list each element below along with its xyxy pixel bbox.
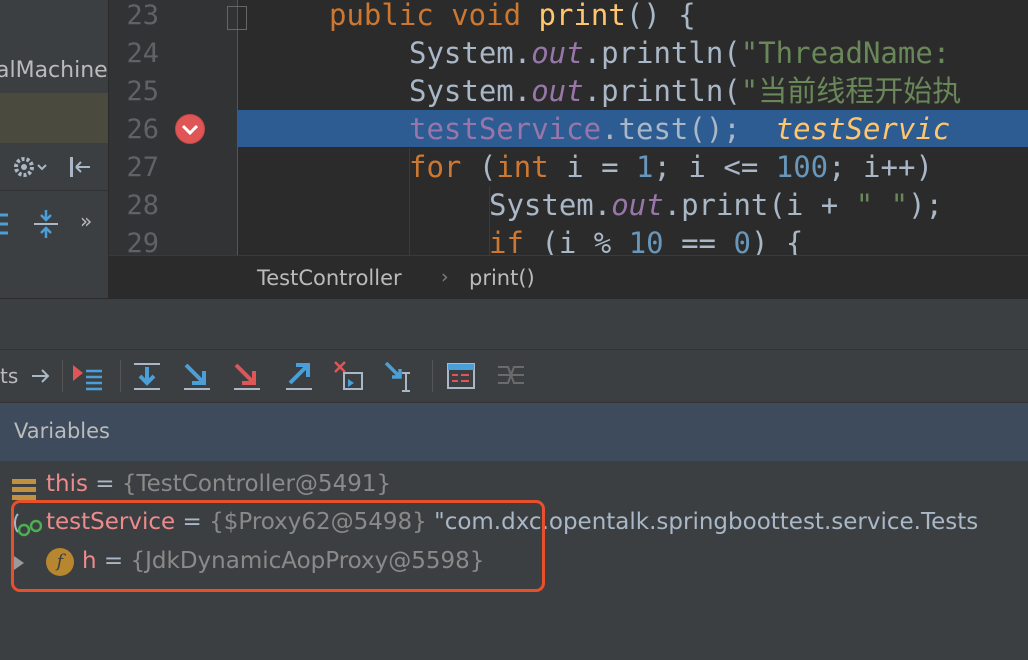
more-chevron-icon[interactable]: »: [80, 209, 92, 233]
step-into-icon[interactable]: [180, 359, 214, 393]
toolbar-separator: [62, 360, 63, 392]
code-text: System.: [489, 188, 612, 222]
hide-panel-icon[interactable]: [66, 152, 96, 188]
number-literal: 100: [775, 150, 829, 184]
code-text: ==: [681, 226, 717, 255]
line-number: 26: [126, 114, 159, 145]
code-text: (i %: [541, 226, 612, 255]
layout-icon[interactable]: [0, 209, 10, 245]
keyword: for: [409, 150, 462, 184]
step-out-icon[interactable]: [282, 359, 316, 393]
code-text: .println(: [583, 74, 741, 108]
run-to-cursor-icon[interactable]: [382, 359, 416, 393]
keyword: int: [496, 150, 549, 184]
code-text: (: [478, 150, 497, 184]
project-panel: alMachine »: [0, 0, 109, 298]
divider: [0, 190, 108, 191]
evaluate-expression-icon[interactable]: [444, 359, 478, 393]
line-number: 24: [126, 38, 159, 69]
line-number: 23: [126, 0, 159, 31]
restore-layout-icon[interactable]: [28, 359, 62, 393]
variables-header: Variables: [0, 403, 1028, 461]
gutter-divider: [237, 0, 238, 255]
string-literal: "当前线程开始执: [740, 74, 962, 108]
static-field: out: [531, 36, 584, 70]
debugger-toolbar: ts: [0, 349, 1028, 403]
code-line-23[interactable]: public void print() {: [329, 0, 696, 34]
project-tree-item-label[interactable]: alMachine: [0, 58, 108, 83]
code-text: .print(i +: [663, 188, 839, 222]
project-panel-toolbar: [0, 150, 108, 188]
fold-marker-icon[interactable]: [227, 6, 247, 30]
breadcrumb-class[interactable]: TestController: [257, 266, 402, 290]
step-over-icon[interactable]: [130, 359, 164, 393]
show-execution-point-icon[interactable]: [70, 359, 104, 393]
tab-label[interactable]: ts: [0, 364, 18, 388]
code-text: .test();: [601, 112, 741, 146]
code-editor[interactable]: 23 24 25 26 27 28 29 public void print()…: [109, 0, 1028, 255]
variables-title: Variables: [14, 419, 110, 443]
code-text: () {: [625, 0, 696, 32]
toolbar-separator: [432, 360, 433, 392]
variable-equals: =: [95, 471, 115, 497]
string-literal: " ": [855, 188, 909, 222]
code-text: );: [908, 188, 943, 222]
drop-frame-icon[interactable]: [332, 359, 366, 393]
code-line-27[interactable]: for (int i = 1; i <= 100; i++): [409, 148, 933, 186]
trace-current-stream-icon[interactable]: [494, 359, 528, 393]
static-field: out: [611, 188, 664, 222]
code-text: i =: [566, 150, 619, 184]
project-tree-selected-row[interactable]: [0, 93, 108, 143]
code-text: .println(: [583, 36, 741, 70]
code-line-26[interactable]: testService.test(); testServic: [409, 110, 950, 148]
line-number: 27: [126, 152, 159, 183]
field-name: testService: [409, 112, 602, 146]
annotation-highlight-box: [11, 500, 545, 592]
breadcrumb: TestController › print(): [109, 255, 1028, 299]
keyword: public void: [329, 0, 522, 32]
inline-debug-value: testServic: [775, 112, 951, 146]
code-line-28[interactable]: System.out.print(i + " ");: [489, 186, 943, 224]
code-line-29[interactable]: if (i % 10 == 0) {: [489, 224, 803, 255]
force-step-into-icon[interactable]: [230, 359, 264, 393]
breakpoint-icon[interactable]: [175, 114, 205, 144]
variable-name: this: [46, 471, 88, 497]
code-text: ) {: [750, 226, 804, 255]
number-literal: 10: [628, 226, 664, 255]
collapse-all-icon[interactable]: [30, 208, 62, 246]
toolbar-separator: [120, 360, 121, 392]
code-text: ; i++): [828, 150, 933, 184]
number-literal: 1: [636, 150, 654, 184]
breadcrumb-method[interactable]: print(): [469, 266, 535, 290]
gear-icon[interactable]: [12, 152, 48, 188]
number-literal: 0: [733, 226, 751, 255]
line-number: 28: [126, 190, 159, 221]
debug-side-toolbar: »: [0, 205, 108, 245]
keyword: if: [489, 226, 524, 255]
static-field: out: [531, 74, 584, 108]
code-line-25[interactable]: System.out.println("当前线程开始执: [409, 72, 961, 110]
line-number: 25: [126, 76, 159, 107]
method-name: print: [538, 0, 626, 32]
code-text: System.: [409, 74, 532, 108]
code-text: ; i <=: [653, 150, 759, 184]
string-literal: "ThreadName:: [740, 36, 951, 70]
variable-type: {TestController@5491}: [121, 471, 392, 497]
breadcrumb-separator: ›: [441, 266, 449, 288]
code-text: System.: [409, 36, 532, 70]
line-number: 29: [126, 228, 159, 255]
code-line-24[interactable]: System.out.println("ThreadName:: [409, 34, 950, 72]
debug-tool-window-header: [0, 298, 1028, 349]
